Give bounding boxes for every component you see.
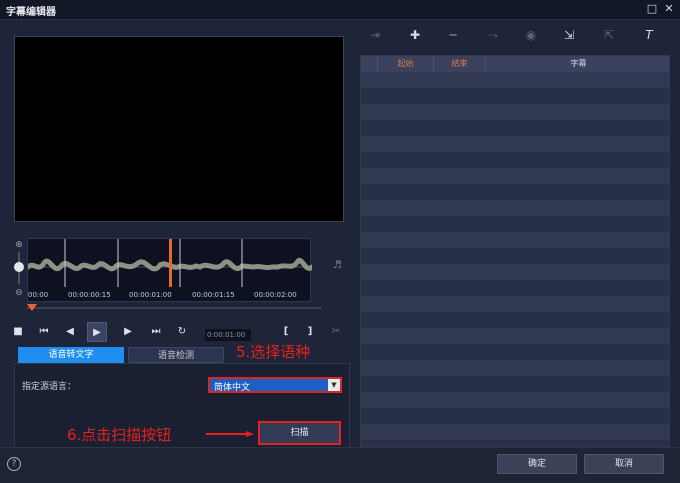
footer-bar [0, 447, 680, 483]
table-row[interactable] [361, 232, 669, 248]
video-preview [14, 36, 344, 222]
table-row[interactable] [361, 296, 669, 312]
table-row[interactable] [361, 312, 669, 328]
subtitle-toolbar: ⇥ ✚ ━ ⤳ ◉ ⇲ ⇱ T [362, 26, 670, 44]
tick-label: 00:00:01:00 [129, 291, 172, 299]
tick-label: 00:00 [28, 291, 49, 299]
scissors-icon[interactable]: ✂ [326, 322, 346, 342]
table-row[interactable] [361, 72, 669, 88]
selected-language: 简体中文 [214, 383, 251, 393]
sync-icon[interactable]: ◉ [522, 26, 540, 44]
column-header-start[interactable]: 起始 [377, 56, 433, 72]
scan-button[interactable]: 扫描 [258, 421, 341, 445]
column-header-end[interactable]: 结束 [433, 56, 485, 72]
cancel-button[interactable]: 取消 [584, 454, 664, 474]
jump-icon[interactable]: ⤳ [484, 26, 502, 44]
window-title: 字幕编辑器 [6, 7, 56, 18]
annotation-arrow [206, 431, 254, 437]
frame-back-icon[interactable]: ◀ [60, 322, 80, 342]
table-row[interactable] [361, 136, 669, 152]
waveform[interactable]: 00:00 00:00:00:15 00:00:01:00 00:00:01:1… [27, 238, 312, 302]
table-row[interactable] [361, 200, 669, 216]
subtitle-table[interactable]: 起始 结束 字幕 [360, 55, 670, 447]
import-icon[interactable]: ⇲ [560, 26, 578, 44]
table-row[interactable] [361, 328, 669, 344]
loop-icon[interactable]: ↻ [172, 322, 192, 342]
ok-button[interactable]: 确定 [497, 454, 577, 474]
tab-speech-detection[interactable]: 语音检测 [128, 347, 224, 363]
scrub-marker[interactable] [27, 304, 37, 311]
source-language-select[interactable]: 简体中文 ▼ [208, 377, 342, 393]
zoom-slider-knob[interactable] [14, 262, 24, 272]
source-language-label: 指定源语言： [22, 382, 77, 392]
table-row[interactable] [361, 184, 669, 200]
column-header-subtitle[interactable]: 字幕 [485, 56, 669, 72]
table-row[interactable] [361, 280, 669, 296]
stop-icon[interactable]: ■ [8, 322, 28, 342]
table-row[interactable] [361, 408, 669, 424]
play-subtitle-icon[interactable]: ⇥ [366, 26, 384, 44]
tick-label: 00:00:02:00 [254, 291, 297, 299]
tick-label: 00:00:00:15 [68, 291, 111, 299]
chevron-down-icon[interactable]: ▼ [328, 379, 340, 391]
table-row[interactable] [361, 392, 669, 408]
column-header-index [361, 56, 377, 72]
annotation-step5: 5.选择语种 [236, 343, 311, 361]
text-format-icon[interactable]: T [640, 26, 658, 44]
help-icon[interactable]: ? [7, 457, 21, 471]
table-row[interactable] [361, 376, 669, 392]
maximize-icon[interactable]: □ [645, 2, 659, 16]
previous-icon[interactable]: ⏮ [34, 322, 54, 342]
frame-forward-icon[interactable]: ▶ [118, 322, 138, 342]
tick-label: 00:00:01:15 [192, 291, 235, 299]
table-row[interactable] [361, 104, 669, 120]
timecode-field[interactable]: 0:00:01:00 [205, 329, 251, 341]
close-icon[interactable]: ✕ [662, 2, 676, 16]
playhead[interactable] [169, 239, 172, 287]
mark-out-icon[interactable]: ] [300, 322, 320, 342]
export-icon[interactable]: ⇱ [600, 26, 618, 44]
table-row[interactable] [361, 120, 669, 136]
table-row[interactable] [361, 424, 669, 440]
scrub-track[interactable] [27, 307, 321, 309]
audio-settings-icon[interactable]: ♬ [333, 260, 347, 274]
tab-speech-to-text[interactable]: 语音转文字 [18, 347, 124, 363]
zoom-in-icon[interactable]: ⊕ [14, 240, 24, 250]
play-icon[interactable]: ▶ [87, 322, 107, 342]
title-bar: 字幕编辑器 □ ✕ [0, 0, 680, 20]
table-row[interactable] [361, 216, 669, 232]
table-row[interactable] [361, 88, 669, 104]
annotation-step6: 6.点击扫描按钮 [67, 426, 172, 444]
zoom-out-icon[interactable]: ⊖ [14, 288, 24, 298]
table-row[interactable] [361, 168, 669, 184]
table-row[interactable] [361, 344, 669, 360]
subtitle-table-header: 起始 结束 字幕 [361, 56, 669, 72]
waveform-zoom[interactable]: ⊕ ⊖ [14, 240, 24, 298]
mark-in-icon[interactable]: [ [276, 322, 296, 342]
next-icon[interactable]: ⏭ [146, 322, 166, 342]
table-row[interactable] [361, 264, 669, 280]
remove-icon[interactable]: ━ [444, 26, 462, 44]
timeline-scrubber[interactable] [27, 304, 321, 312]
add-icon[interactable]: ✚ [406, 26, 424, 44]
table-row[interactable] [361, 152, 669, 168]
table-row[interactable] [361, 360, 669, 376]
table-row[interactable] [361, 248, 669, 264]
